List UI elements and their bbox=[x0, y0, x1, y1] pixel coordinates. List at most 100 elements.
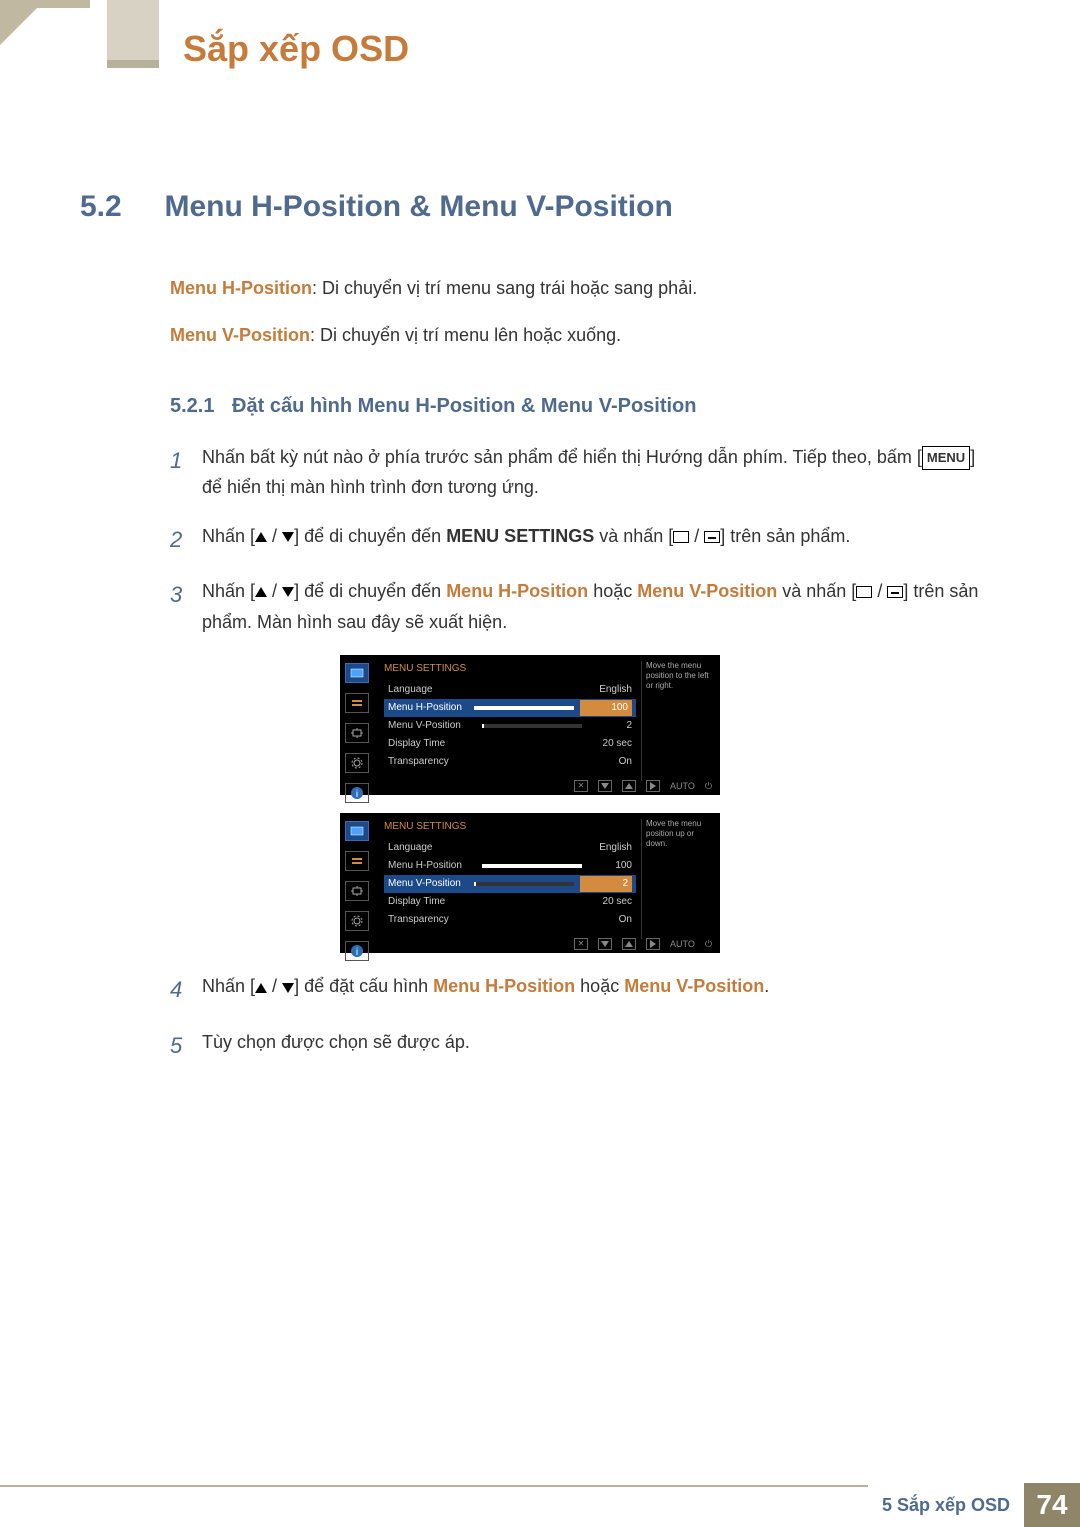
menu-key: MENU bbox=[922, 446, 970, 470]
osd-side-icons: i bbox=[340, 821, 374, 961]
osd-list-icon bbox=[345, 851, 369, 871]
section-heading: 5.2 Menu H-Position & Menu V-Position bbox=[80, 190, 1000, 224]
close-icon: ✕ bbox=[574, 780, 588, 792]
osd-row-v-position: Menu V-Position2 bbox=[384, 875, 636, 893]
section-body: Menu H-Position: Di chuyển vị trí menu s… bbox=[170, 274, 1000, 1064]
osd-size-icon bbox=[345, 881, 369, 901]
v-position-label: Menu V-Position bbox=[170, 325, 310, 345]
step-number: 4 bbox=[170, 971, 202, 1008]
down-arrow-icon bbox=[282, 983, 294, 993]
step-number: 3 bbox=[170, 576, 202, 637]
osd-row-language: LanguageEnglish bbox=[384, 681, 636, 699]
osd-main: MENU SETTINGS LanguageEnglish Menu H-Pos… bbox=[378, 813, 642, 935]
close-icon: ✕ bbox=[574, 938, 588, 950]
step-text: Nhấn [ / ] để đặt cấu hình Menu H-Positi… bbox=[202, 971, 1000, 1008]
osd-title: MENU SETTINGS bbox=[384, 819, 636, 835]
menu-v-label: Menu V-Position bbox=[637, 581, 777, 601]
step-text: Nhấn [ / ] để di chuyển đến Menu H-Posit… bbox=[202, 576, 1000, 637]
power-icon: ⏻ bbox=[705, 937, 712, 951]
page-footer: 5 Sắp xếp OSD 74 bbox=[868, 1483, 1080, 1527]
chapter-tab bbox=[107, 0, 159, 68]
v-position-desc: Menu V-Position: Di chuyển vị trí menu l… bbox=[170, 321, 1000, 350]
osd-row-v-position: Menu V-Position2 bbox=[384, 717, 636, 735]
osd-help-text: Move the menu position to the left or ri… bbox=[641, 661, 716, 781]
top-stripe bbox=[0, 0, 90, 8]
menu-v-label: Menu V-Position bbox=[624, 976, 764, 996]
osd-slider bbox=[482, 724, 582, 728]
select-icon bbox=[856, 586, 872, 598]
h-position-text: : Di chuyển vị trí menu sang trái hoặc s… bbox=[312, 278, 697, 298]
menu-h-label: Menu H-Position bbox=[433, 976, 575, 996]
osd-menu-v: i MENU SETTINGS LanguageEnglish Menu H-P… bbox=[340, 813, 720, 953]
menu-settings-label: MENU SETTINGS bbox=[446, 526, 594, 546]
section-title: Menu H-Position & Menu V-Position bbox=[164, 190, 672, 223]
osd-button-hints: ✕ AUTO ⏻ bbox=[574, 779, 712, 793]
enter-icon bbox=[704, 531, 720, 543]
step-number: 2 bbox=[170, 521, 202, 558]
step-text: Nhấn bất kỳ nút nào ở phía trước sản phẩ… bbox=[202, 442, 1000, 503]
osd-slider bbox=[474, 706, 574, 710]
osd-gear-icon bbox=[345, 753, 369, 773]
up-arrow-icon bbox=[255, 983, 267, 993]
subsection-title: Đặt cấu hình Menu H-Position & Menu V-Po… bbox=[232, 395, 696, 417]
page-number: 74 bbox=[1024, 1483, 1080, 1527]
osd-row-language: LanguageEnglish bbox=[384, 839, 636, 857]
select-icon bbox=[673, 531, 689, 543]
power-icon: ⏻ bbox=[705, 779, 712, 793]
step-3: 3 Nhấn [ / ] để di chuyển đến Menu H-Pos… bbox=[170, 576, 1000, 637]
subsection-number: 5.2.1 bbox=[170, 395, 214, 417]
osd-row-h-position: Menu H-Position100 bbox=[384, 699, 636, 717]
page: Sắp xếp OSD 5.2 Menu H-Position & Menu V… bbox=[0, 0, 1080, 1527]
section: 5.2 Menu H-Position & Menu V-Position Me… bbox=[80, 190, 1000, 1082]
step-5: 5 Tùy chọn được chọn sẽ được áp. bbox=[170, 1027, 1000, 1064]
osd-row-transparency: TransparencyOn bbox=[384, 753, 636, 771]
right-icon bbox=[646, 780, 660, 792]
osd-size-icon bbox=[345, 723, 369, 743]
osd-row-transparency: TransparencyOn bbox=[384, 911, 636, 929]
osd-side-icons: i bbox=[340, 663, 374, 803]
step-2: 2 Nhấn [ / ] để di chuyển đến MENU SETTI… bbox=[170, 521, 1000, 558]
osd-button-hints: ✕ AUTO ⏻ bbox=[574, 937, 712, 951]
up-arrow-icon bbox=[255, 587, 267, 597]
up-icon bbox=[622, 780, 636, 792]
down-arrow-icon bbox=[282, 532, 294, 542]
step-4: 4 Nhấn [ / ] để đặt cấu hình Menu H-Posi… bbox=[170, 971, 1000, 1008]
step-text: Nhấn [ / ] để di chuyển đến MENU SETTING… bbox=[202, 521, 1000, 558]
section-number: 5.2 bbox=[80, 190, 160, 224]
menu-h-label: Menu H-Position bbox=[446, 581, 588, 601]
auto-label: AUTO bbox=[670, 937, 695, 951]
osd-slider bbox=[474, 882, 574, 886]
osd-title: MENU SETTINGS bbox=[384, 661, 636, 677]
osd-main: MENU SETTINGS LanguageEnglish Menu H-Pos… bbox=[378, 655, 642, 777]
osd-list-icon bbox=[345, 693, 369, 713]
osd-help-text: Move the menu position up or down. bbox=[641, 819, 716, 939]
osd-gear-icon bbox=[345, 911, 369, 931]
down-arrow-icon bbox=[282, 587, 294, 597]
osd-row-display-time: Display Time20 sec bbox=[384, 893, 636, 911]
v-position-text: : Di chuyển vị trí menu lên hoặc xuống. bbox=[310, 325, 621, 345]
chapter-title: Sắp xếp OSD bbox=[183, 28, 409, 70]
steps-list: 1 Nhấn bất kỳ nút nào ở phía trước sản p… bbox=[170, 442, 1000, 1065]
step-1: 1 Nhấn bất kỳ nút nào ở phía trước sản p… bbox=[170, 442, 1000, 503]
step-number: 5 bbox=[170, 1027, 202, 1064]
osd-screenshots: i MENU SETTINGS LanguageEnglish Menu H-P… bbox=[340, 655, 1000, 953]
osd-picture-icon bbox=[345, 663, 369, 683]
osd-info-icon: i bbox=[345, 783, 369, 803]
enter-icon bbox=[887, 586, 903, 598]
osd-menu-h: i MENU SETTINGS LanguageEnglish Menu H-P… bbox=[340, 655, 720, 795]
subsection-heading: 5.2.1 Đặt cấu hình Menu H-Position & Men… bbox=[170, 390, 1000, 422]
svg-text:i: i bbox=[356, 947, 358, 958]
step-text: Tùy chọn được chọn sẽ được áp. bbox=[202, 1027, 1000, 1064]
footer-label: 5 Sắp xếp OSD bbox=[868, 1483, 1024, 1527]
osd-row-display-time: Display Time20 sec bbox=[384, 735, 636, 753]
svg-text:i: i bbox=[356, 789, 358, 800]
osd-slider bbox=[482, 864, 582, 868]
h-position-desc: Menu H-Position: Di chuyển vị trí menu s… bbox=[170, 274, 1000, 303]
osd-row-h-position: Menu H-Position100 bbox=[384, 857, 636, 875]
osd-picture-icon bbox=[345, 821, 369, 841]
step-number: 1 bbox=[170, 442, 202, 503]
h-position-label: Menu H-Position bbox=[170, 278, 312, 298]
up-arrow-icon bbox=[255, 532, 267, 542]
up-icon bbox=[622, 938, 636, 950]
right-icon bbox=[646, 938, 660, 950]
